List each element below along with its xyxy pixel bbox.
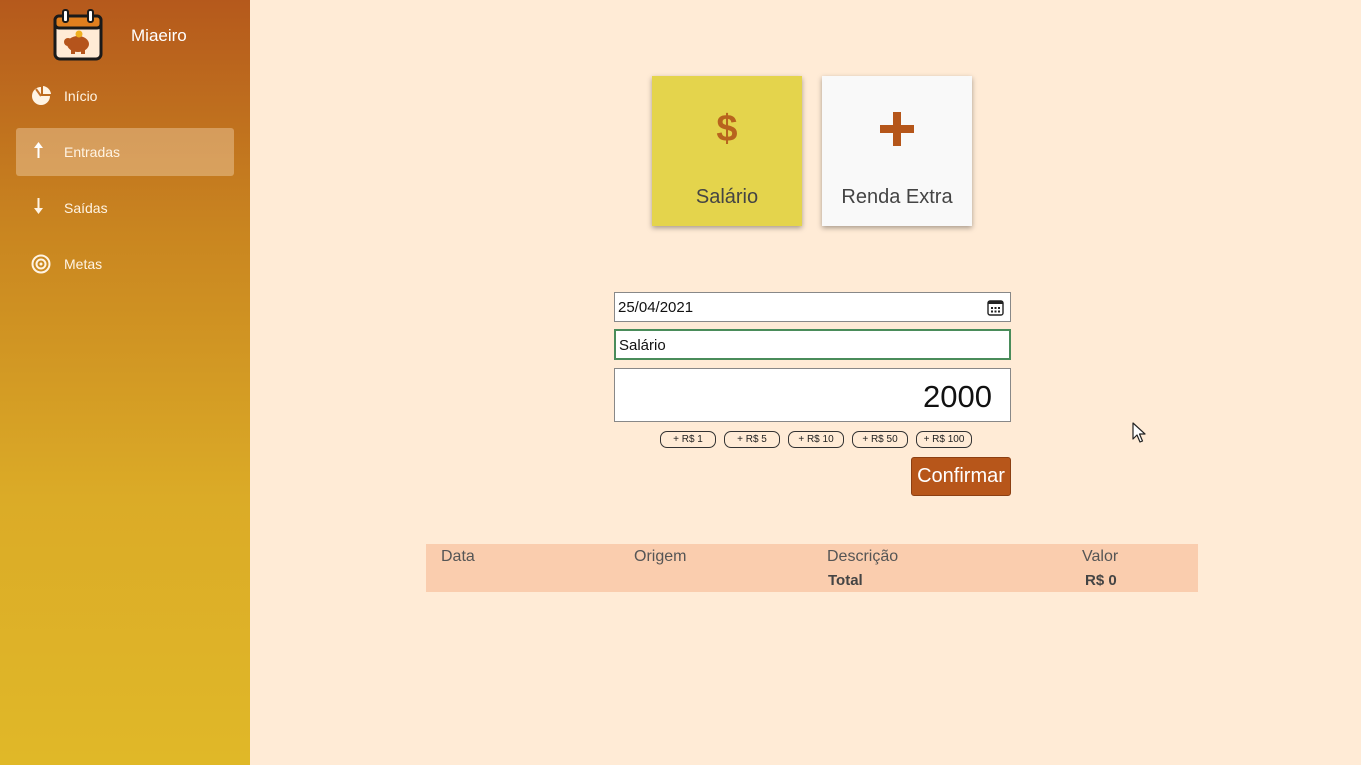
category-card-renda-extra[interactable]: Renda Extra (822, 76, 972, 226)
target-icon (31, 254, 51, 274)
total-value: R$ 0 (1085, 572, 1117, 589)
plus-icon (822, 104, 972, 154)
dollar-icon: $ (716, 107, 738, 150)
date-input[interactable]: 25/04/2021 (614, 292, 1011, 322)
column-header-data: Data (441, 548, 475, 565)
value-amount: 2000 (923, 379, 992, 414)
sidebar: Miaeiro Início Entradas Saídas Metas (0, 0, 250, 765)
total-label: Total (828, 572, 863, 589)
piggy-bank-calendar-icon (53, 9, 103, 61)
sidebar-item-label: Início (64, 88, 98, 104)
column-header-valor: Valor (1082, 548, 1119, 565)
quick-add-1-button[interactable]: + R$ 1 (660, 431, 716, 448)
arrow-up-icon (34, 142, 43, 158)
description-input[interactable]: Salário (614, 329, 1011, 360)
sidebar-item-label: Entradas (64, 144, 121, 160)
column-header-origem: Origem (634, 548, 687, 565)
sidebar-item-metas[interactable]: Metas (16, 240, 234, 288)
quick-add-10-button[interactable]: + R$ 10 (788, 431, 844, 448)
sidebar-item-entradas[interactable]: Entradas (16, 128, 234, 176)
pie-chart-icon (32, 86, 51, 105)
entries-table: Data Origem Descrição Valor Total R$ 0 (426, 544, 1198, 592)
quick-add-50-button[interactable]: + R$ 50 (852, 431, 908, 448)
value-input[interactable]: 2000 (614, 368, 1011, 422)
calendar-icon[interactable] (987, 299, 1004, 316)
brand: Miaeiro (52, 8, 252, 62)
quick-add-100-button[interactable]: + R$ 100 (916, 431, 972, 448)
column-header-descricao: Descrição (827, 548, 899, 565)
date-value: 25/04/2021 (618, 299, 694, 316)
sidebar-item-inicio[interactable]: Início (16, 72, 234, 120)
app-name: Miaeiro (131, 26, 187, 45)
confirm-button[interactable]: Confirmar (911, 457, 1011, 496)
category-label: Salário (695, 186, 759, 208)
sidebar-item-label: Saídas (64, 200, 108, 216)
category-label: Renda Extra (841, 186, 953, 208)
mouse-cursor-icon (1132, 422, 1146, 443)
arrow-down-icon (34, 198, 43, 214)
quick-add-5-button[interactable]: + R$ 5 (724, 431, 780, 448)
category-card-salario[interactable]: $ Salário (652, 76, 802, 226)
sidebar-item-saidas[interactable]: Saídas (16, 184, 234, 232)
sidebar-item-label: Metas (64, 256, 103, 272)
description-value: Salário (619, 337, 666, 354)
